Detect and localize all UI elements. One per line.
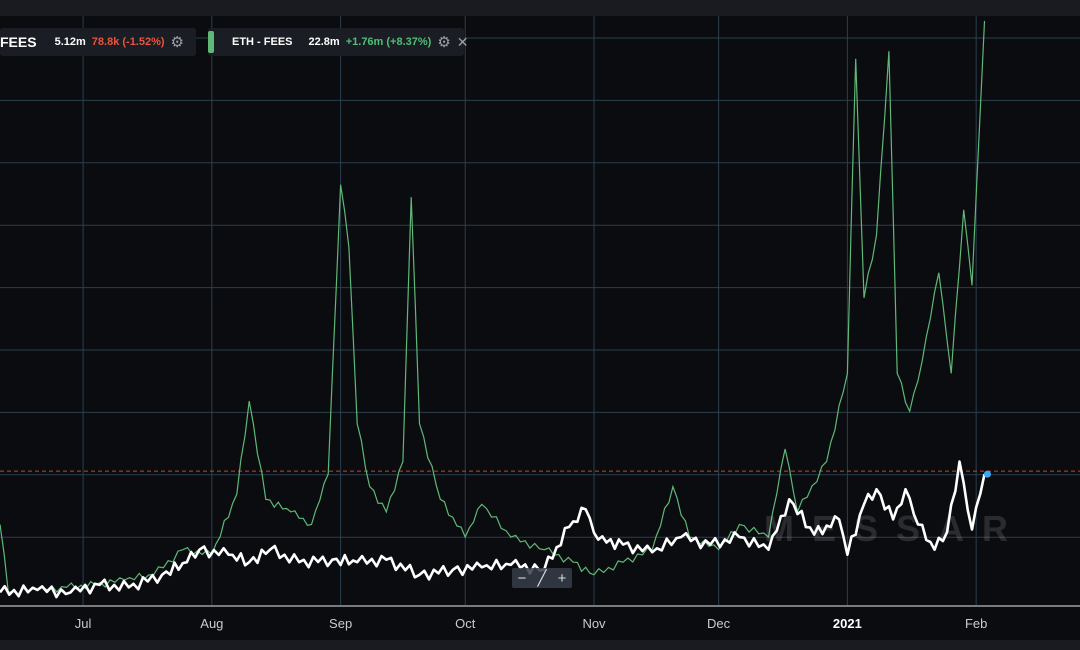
zoom-out-button[interactable]: − <box>518 570 527 587</box>
legend-eth-fees-value: 22.8m <box>308 36 340 48</box>
x-tick-label: Dec <box>707 616 731 631</box>
legend-fees-change: 78.8k (-1.52%) <box>91 36 165 48</box>
legend-fees-name: FEES <box>0 34 37 50</box>
legend-eth-fees-change: +1.76m (+8.37%) <box>345 36 432 48</box>
legend-eth-fees[interactable]: ETH - FEES 22.8m +1.76m (+8.37%) ⚙ ✕ <box>208 28 469 56</box>
bottom-strip <box>0 640 1080 650</box>
zoom-in-button[interactable]: + <box>558 570 567 587</box>
fees-series-endpoint <box>983 470 991 478</box>
gear-icon[interactable]: ⚙ <box>437 35 450 50</box>
x-tick-label: Feb <box>964 616 988 631</box>
zoom-slash-icon: ╱ <box>537 570 547 587</box>
zoom-control[interactable]: − ╱ + <box>512 568 572 588</box>
legend-fees[interactable]: FEES 5.12m 78.8k (-1.52%) ⚙ <box>0 28 196 56</box>
series-color-swatch <box>208 31 214 53</box>
x-tick-label: 2021 <box>832 616 862 631</box>
gear-icon[interactable]: ⚙ <box>171 35 184 50</box>
legend-fees-value: 5.12m <box>54 36 86 48</box>
close-icon[interactable]: ✕ <box>457 35 469 49</box>
legend-eth-fees-name: ETH - FEES <box>232 36 293 48</box>
x-tick-label: Oct <box>455 616 476 631</box>
x-tick-label: Nov <box>582 616 606 631</box>
x-tick-label: Aug <box>200 616 224 631</box>
watermark-text: MESSAR <box>764 508 1027 549</box>
x-tick-label: Jul <box>74 616 92 631</box>
x-tick-label: Sep <box>329 616 353 631</box>
